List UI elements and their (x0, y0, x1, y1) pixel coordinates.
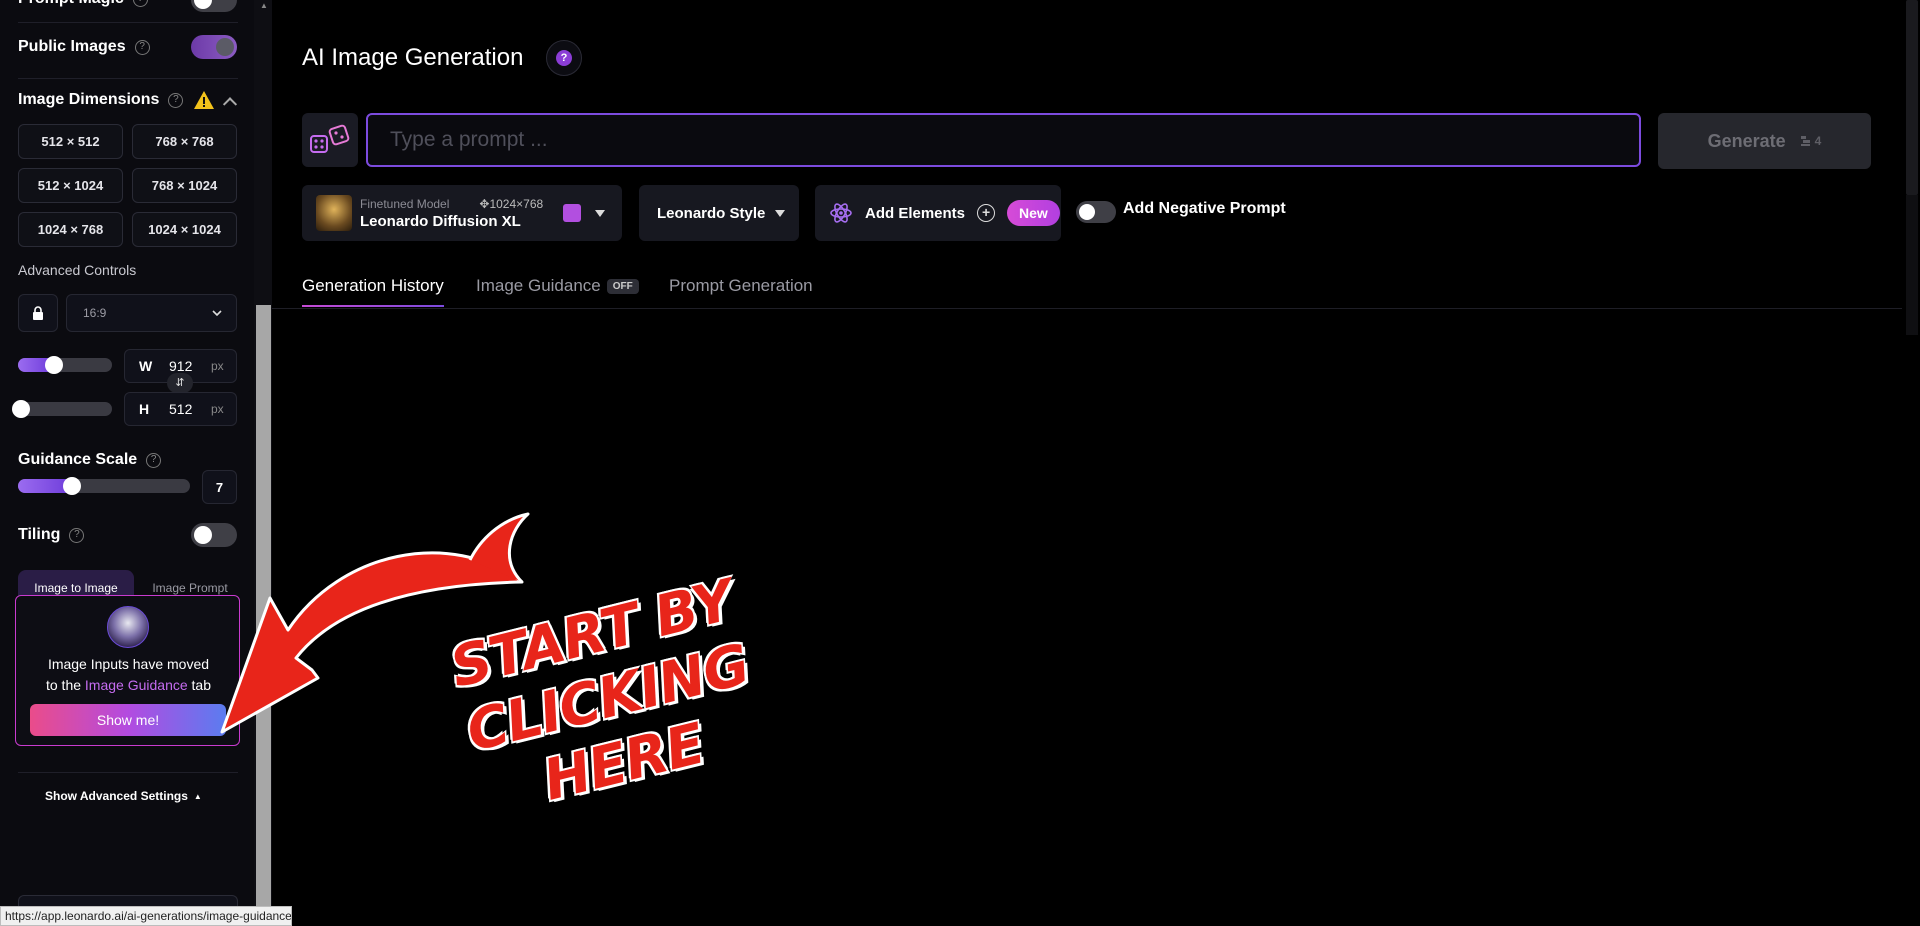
slider-handle[interactable] (12, 400, 30, 418)
model-subtitle: Finetuned Model ✥1024×768 (360, 197, 543, 211)
tab-image-guidance-label: Image Guidance (476, 276, 601, 295)
warning-icon (194, 91, 215, 109)
model-type-label: Finetuned Model (360, 196, 450, 211)
token-cost-value: 4 (1814, 134, 1822, 148)
show-me-button[interactable]: Show me! (30, 704, 226, 736)
aspect-ratio-select[interactable]: 16:9 (66, 294, 237, 332)
help-icon[interactable]: ? (69, 527, 85, 543)
height-label: H (139, 401, 150, 417)
active-tab-indicator (302, 305, 444, 307)
prompt-magic-row: Prompt Magic ? (18, 0, 148, 8)
tab-prompt-generation[interactable]: Prompt Generation (669, 276, 813, 296)
model-info: Finetuned Model ✥1024×768 Leonardo Diffu… (360, 197, 543, 230)
image-dimensions-header[interactable]: Image Dimensions ? (18, 90, 238, 112)
scroll-up-arrow-icon[interactable]: ▲ (258, 0, 270, 12)
page-title: AI Image Generation (302, 44, 524, 71)
generate-label: Generate (1707, 130, 1786, 151)
wizard-avatar (107, 606, 149, 648)
settings-sidebar: Prompt Magic ? Public Images ? Image Dim… (0, 0, 254, 926)
model-resolution: ✥1024×768 (479, 196, 544, 211)
guidance-scale-slider[interactable] (18, 477, 190, 495)
show-advanced-settings-toggle[interactable]: Show Advanced Settings ▲ (45, 789, 202, 803)
show-advanced-label: Show Advanced Settings (45, 789, 188, 803)
style-select[interactable]: Leonardo Style (639, 185, 799, 241)
notice-prefix: to the (45, 677, 85, 693)
divider (18, 772, 238, 773)
style-label: Leonardo Style (657, 204, 766, 222)
model-resolution-value: 1024×768 (489, 196, 544, 211)
help-icon: ? (556, 50, 572, 66)
tiling-label: Tiling (18, 526, 61, 543)
status-badge: OFF (606, 278, 639, 294)
lock-icon (33, 306, 43, 320)
height-value[interactable]: 512 (169, 401, 192, 417)
height-field[interactable]: H 512 px (124, 392, 237, 426)
negative-prompt-label: Add Negative Prompt (1123, 200, 1286, 217)
image-dimensions-label: Image Dimensions (18, 91, 160, 108)
image-guidance-link[interactable]: Image Guidance (85, 677, 188, 693)
guidance-scale-label: Guidance Scale (18, 451, 138, 468)
new-badge: New (1007, 200, 1060, 226)
chevron-down-icon[interactable] (595, 209, 606, 217)
atom-icon (830, 203, 852, 223)
add-elements-button[interactable]: Add Elements + New (815, 185, 1061, 241)
prompt-input[interactable] (366, 113, 1641, 167)
random-prompt-button[interactable] (302, 113, 358, 167)
swap-dimensions-icon[interactable]: ⇵ (167, 373, 193, 393)
tokens-icon (1800, 136, 1810, 146)
height-slider[interactable] (12, 400, 112, 418)
chevron-down-icon (212, 310, 222, 316)
tabs-divider (272, 308, 1902, 309)
negative-prompt-toggle[interactable] (1076, 201, 1116, 223)
chevron-up-icon[interactable] (223, 97, 238, 112)
dice-icon (310, 124, 350, 153)
dimension-preset-button[interactable]: 768 × 1024 (132, 168, 237, 203)
slider-handle[interactable] (45, 356, 63, 374)
model-select[interactable]: Finetuned Model ✥1024×768 Leonardo Diffu… (302, 185, 622, 241)
model-notes-icon[interactable] (563, 204, 582, 222)
plus-circle-icon: + (977, 204, 996, 222)
height-unit: px (211, 402, 224, 416)
prompt-magic-label: Prompt Magic (18, 0, 124, 8)
width-slider[interactable] (18, 356, 112, 374)
prompt-magic-toggle[interactable] (191, 0, 237, 12)
link-status-bar: https://app.leonardo.ai/ai-generations/i… (0, 906, 292, 926)
width-label: W (139, 358, 153, 374)
aspect-lock-button[interactable] (18, 294, 58, 332)
token-cost: 4 (1800, 134, 1822, 148)
public-images-toggle[interactable] (191, 35, 237, 59)
generate-button[interactable]: Generate 4 (1658, 113, 1871, 169)
tiling-row: Tiling ? (18, 526, 85, 544)
dimension-preset-button[interactable]: 512 × 1024 (18, 168, 123, 203)
model-name: Leonardo Diffusion XL (360, 212, 521, 230)
help-icon[interactable]: ? (132, 0, 148, 7)
divider (18, 78, 238, 79)
public-images-label: Public Images (18, 38, 126, 55)
add-elements-label: Add Elements (865, 204, 966, 222)
chevron-down-icon (775, 209, 785, 217)
help-icon[interactable]: ? (146, 452, 162, 468)
tab-generation-history[interactable]: Generation History (302, 276, 444, 296)
model-thumbnail (316, 195, 352, 231)
dimension-preset-button[interactable]: 512 × 512 (18, 124, 123, 159)
guidance-scale-row: Guidance Scale ? (18, 451, 162, 469)
dimension-preset-button[interactable]: 1024 × 1024 (132, 212, 237, 247)
public-images-row: Public Images ? (18, 38, 150, 56)
main-scrollbar-track (1906, 195, 1918, 335)
dimension-preset-button[interactable]: 768 × 768 (132, 124, 237, 159)
width-value[interactable]: 912 (169, 358, 192, 374)
help-icon[interactable]: ? (134, 39, 150, 55)
advanced-controls-label: Advanced Controls (18, 262, 137, 278)
tab-image-guidance[interactable]: Image Guidance OFF (476, 276, 639, 296)
slider-handle[interactable] (63, 477, 81, 495)
page-help-button[interactable]: ? (546, 40, 582, 76)
width-unit: px (211, 359, 224, 373)
main-scrollbar-thumb[interactable] (1906, 0, 1918, 195)
aspect-ratio-value: 16:9 (83, 306, 107, 320)
divider (18, 22, 238, 23)
caret-up-icon: ▲ (193, 791, 202, 801)
help-icon[interactable]: ? (168, 92, 184, 108)
dimension-preset-button[interactable]: 1024 × 768 (18, 212, 123, 247)
